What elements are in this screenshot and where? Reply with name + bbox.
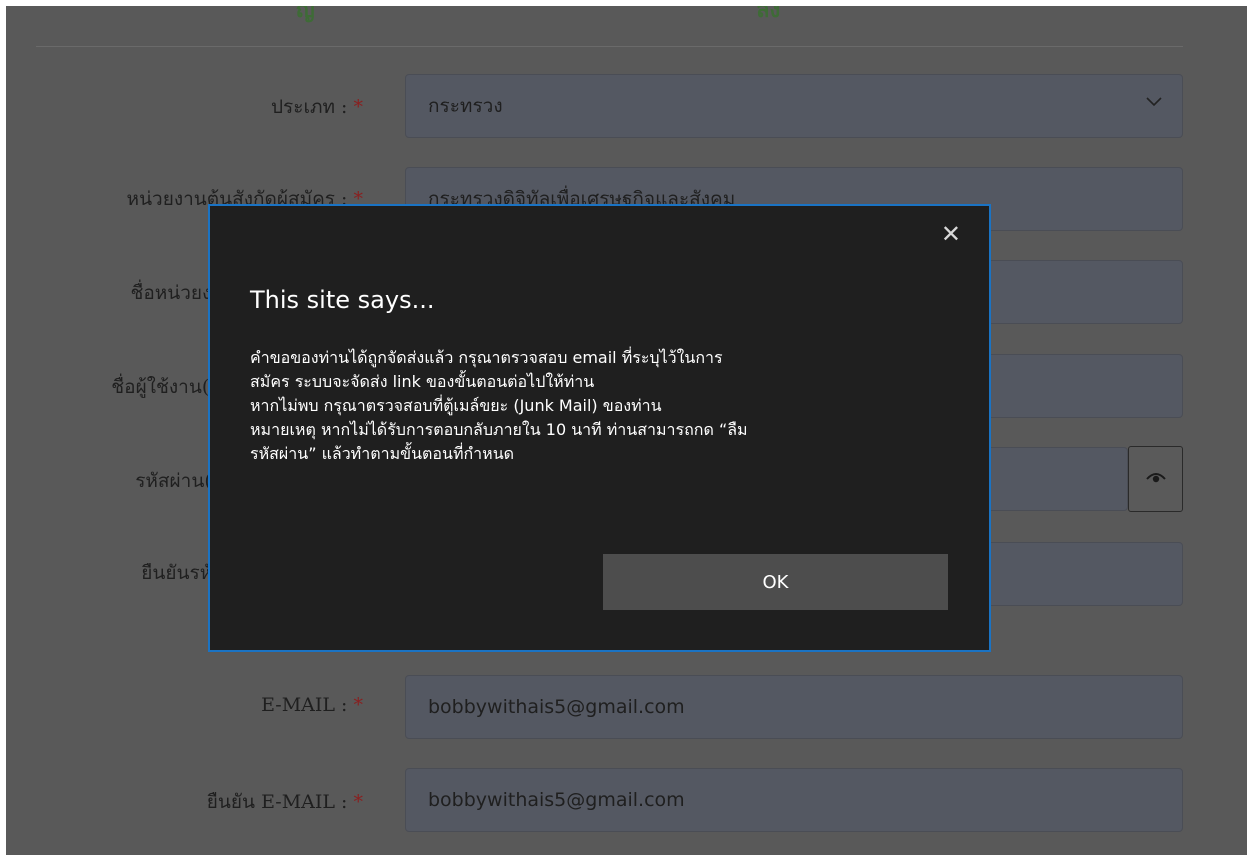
dialog-message: คำขอของท่านได้ถูกจัดส่งแล้ว กรุณาตรวจสอบ… (250, 346, 950, 466)
dialog-message-line: รหัสผ่าน” แล้วทำตามขั้นตอนที่กำหนด (250, 444, 515, 463)
header-fragment-right: ลง (756, 6, 781, 23)
top-strip: ญ ลง (6, 6, 1247, 46)
dialog-title: This site says... (250, 286, 435, 314)
dialog-message-line: สมัคร ระบบจะจัดส่ง link ของขั้นตอนต่อไปใ… (250, 372, 595, 391)
type-select[interactable]: กระทรวง (405, 74, 1183, 138)
header-fragment-left: ญ (296, 6, 315, 23)
alert-dialog: ✕ This site says... คำขอของท่านได้ถูกจัด… (208, 204, 991, 652)
email-field[interactable]: bobbywithais5@gmail.com (405, 675, 1183, 739)
dialog-message-line: หากไม่พบ กรุณาตรวจสอบที่ตู้เมล์ขยะ (Junk… (250, 396, 662, 415)
email-label: E-MAIL : * (261, 694, 363, 716)
chevron-down-icon (1146, 95, 1162, 111)
email-field-value: bobbywithais5@gmail.com (428, 696, 685, 718)
required-mark: * (353, 791, 364, 813)
required-mark: * (353, 694, 364, 716)
close-icon[interactable]: ✕ (941, 220, 961, 248)
confirm-email-field[interactable]: bobbywithais5@gmail.com (405, 768, 1183, 832)
confirm-email-label: ยืนยัน E-MAIL : * (206, 791, 364, 813)
type-select-value: กระทรวง (428, 95, 503, 117)
divider (36, 46, 1183, 47)
dialog-message-line: คำขอของท่านได้ถูกจัดส่งแล้ว กรุณาตรวจสอบ… (250, 348, 723, 367)
ok-button[interactable]: OK (603, 554, 948, 610)
password-toggle-button[interactable] (1128, 446, 1183, 512)
registration-form-backdrop: ญ ลง ประเภท : * กระทรวง หน่วยงานต้นสังกั… (6, 6, 1247, 855)
type-label: ประเภท : * (270, 96, 364, 118)
required-mark: * (353, 96, 364, 118)
page: ญ ลง ประเภท : * กระทรวง หน่วยงานต้นสังกั… (0, 0, 1256, 861)
dialog-message-line: หมายเหตุ หากไม่ได้รับการตอบกลับภายใน 10 … (250, 420, 748, 439)
confirm-email-field-value: bobbywithais5@gmail.com (428, 789, 685, 811)
